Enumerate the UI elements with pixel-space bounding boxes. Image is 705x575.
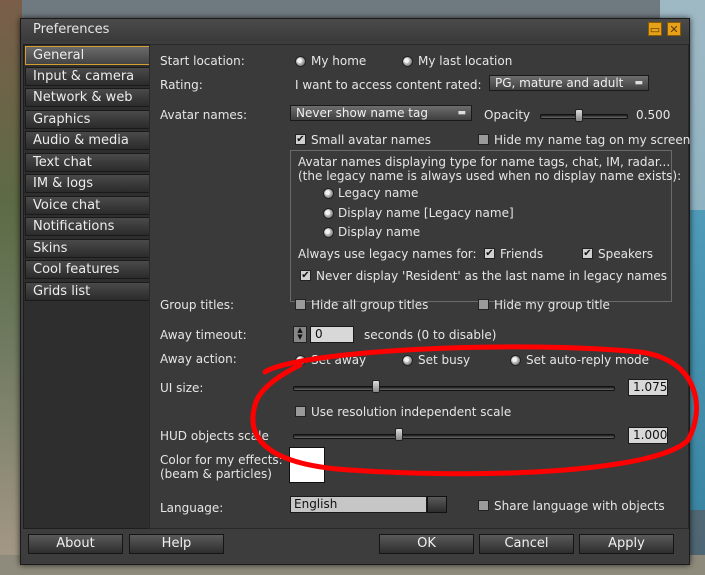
radio-display-name[interactable]	[323, 227, 334, 238]
friends-label: Friends	[500, 247, 544, 261]
display-names-desc-2: (the legacy name is always used when no …	[298, 169, 682, 183]
language-dropdown[interactable]: English	[290, 496, 427, 513]
display-names-desc-1: Avatar names displaying type for name ta…	[298, 155, 671, 169]
rating-prompt: I want to access content rated:	[295, 78, 482, 92]
away-timeout-input[interactable]: 0	[310, 326, 354, 343]
ui-size-slider[interactable]	[293, 386, 615, 391]
sidebar-item-text-chat[interactable]: Text chat	[25, 153, 151, 172]
chevron-down-icon: ▬	[634, 78, 643, 88]
ui-size-value[interactable]: 1.075	[628, 379, 668, 396]
hud-scale-slider-thumb[interactable]	[394, 428, 403, 441]
hide-all-group-titles-label: Hide all group titles	[311, 298, 429, 312]
away-timeout-suffix: seconds (0 to disable)	[364, 328, 497, 342]
window-title: Preferences	[33, 22, 110, 37]
never-resident-label: Never display 'Resident' as the last nam…	[316, 269, 667, 283]
chevron-down-icon: ▬	[457, 108, 466, 118]
resolution-independent-label: Use resolution independent scale	[311, 405, 512, 419]
hide-my-group-title-label: Hide my group title	[494, 298, 610, 312]
opacity-value: 0.500	[636, 108, 671, 122]
language-label: Language:	[160, 501, 224, 515]
hide-my-name-tag-label: Hide my name tag on my screen	[494, 133, 691, 147]
speakers-checkbox[interactable]: ✔	[582, 248, 593, 259]
close-icon[interactable]: ✕	[667, 22, 681, 36]
share-language-checkbox[interactable]	[478, 500, 489, 511]
sidebar-item-notifications[interactable]: Notifications	[25, 217, 151, 236]
effects-color-label: Color for my effects:	[160, 453, 283, 467]
rating-value: PG, mature and adult	[495, 76, 624, 90]
small-avatar-names-checkbox[interactable]: ✔	[295, 134, 306, 145]
sidebar-item-voice-chat[interactable]: Voice chat	[25, 196, 151, 215]
sidebar-item-network-web[interactable]: Network & web	[25, 88, 151, 107]
resolution-independent-checkbox[interactable]	[295, 406, 306, 417]
radio-set-auto-reply-label: Set auto-reply mode	[526, 353, 650, 367]
effects-color-sublabel: (beam & particles)	[160, 467, 272, 481]
sidebar-item-general[interactable]: General	[25, 46, 151, 65]
speakers-label: Speakers	[598, 247, 654, 261]
never-resident-checkbox[interactable]: ✔	[300, 270, 311, 281]
sidebar-item-skins[interactable]: Skins	[25, 239, 151, 258]
small-avatar-names-label: Small avatar names	[311, 133, 432, 147]
radio-legacy-name[interactable]	[323, 188, 334, 199]
radio-display-name-label: Display name	[338, 225, 421, 239]
hud-scale-label: HUD objects scale	[160, 429, 269, 443]
ui-size-slider-thumb[interactable]	[372, 380, 381, 393]
hud-scale-value[interactable]: 1.000	[628, 427, 668, 444]
cancel-button[interactable]: Cancel	[479, 534, 574, 554]
rating-dropdown[interactable]: PG, mature and adult ▬	[489, 75, 649, 91]
name-tag-value: Never show name tag	[296, 106, 428, 120]
radio-my-home[interactable]	[295, 56, 306, 67]
hud-scale-slider[interactable]	[293, 434, 615, 439]
friends-checkbox[interactable]: ✔	[484, 248, 495, 259]
radio-my-last-location[interactable]	[402, 56, 413, 67]
apply-button[interactable]: Apply	[579, 534, 674, 554]
title-bar[interactable]: Preferences ▭ ✕	[21, 19, 689, 41]
sidebar: General Input & camera Network & web Gra…	[23, 44, 153, 529]
avatar-names-label: Avatar names:	[160, 108, 248, 122]
rating-label: Rating:	[160, 78, 203, 92]
radio-legacy-name-label: Legacy name	[338, 186, 419, 200]
away-timeout-spinner[interactable]: ▲ ▼	[293, 326, 307, 343]
away-timeout-label: Away timeout:	[160, 328, 247, 342]
minimize-icon[interactable]: ▭	[648, 22, 662, 36]
hide-all-group-titles-checkbox[interactable]	[295, 299, 306, 310]
radio-set-away[interactable]	[295, 355, 306, 366]
radio-set-away-label: Set away	[311, 353, 367, 367]
general-panel: Start location: My home My last location…	[149, 44, 691, 529]
opacity-label: Opacity	[484, 108, 531, 122]
sidebar-item-input-camera[interactable]: Input & camera	[25, 67, 151, 86]
start-location-label: Start location:	[160, 54, 245, 68]
preferences-window: Preferences ▭ ✕ General Input & camera N…	[20, 18, 690, 565]
hide-my-group-title-checkbox[interactable]	[478, 299, 489, 310]
language-value: English	[294, 497, 338, 511]
radio-set-busy-label: Set busy	[418, 353, 471, 367]
effects-color-swatch[interactable]	[289, 447, 325, 483]
sidebar-item-grids-list[interactable]: Grids list	[25, 282, 151, 301]
ui-size-label: UI size:	[160, 381, 204, 395]
radio-set-auto-reply[interactable]	[510, 355, 521, 366]
about-button[interactable]: About	[28, 534, 123, 554]
group-titles-label: Group titles:	[160, 298, 235, 312]
hide-my-name-tag-checkbox[interactable]	[478, 134, 489, 145]
away-action-label: Away action:	[160, 352, 237, 366]
share-language-label: Share language with objects	[494, 499, 665, 513]
legacy-names-for-label: Always use legacy names for:	[298, 247, 477, 261]
radio-display-legacy-name[interactable]	[323, 208, 334, 219]
help-button[interactable]: Help	[129, 534, 224, 554]
sidebar-item-graphics[interactable]: Graphics	[25, 110, 151, 129]
radio-my-home-label: My home	[311, 54, 367, 68]
sidebar-item-audio-media[interactable]: Audio & media	[25, 131, 151, 150]
name-tag-dropdown[interactable]: Never show name tag ▬	[290, 105, 472, 121]
sidebar-item-cool-features[interactable]: Cool features	[25, 260, 151, 279]
radio-set-busy[interactable]	[402, 355, 413, 366]
opacity-slider-thumb[interactable]	[575, 109, 583, 122]
ok-button[interactable]: OK	[379, 534, 474, 554]
background-foliage	[0, 0, 22, 575]
sidebar-item-im-logs[interactable]: IM & logs	[25, 174, 151, 193]
language-dropdown-button[interactable]	[427, 496, 447, 513]
radio-display-legacy-name-label: Display name [Legacy name]	[338, 206, 514, 220]
radio-my-last-location-label: My last location	[418, 54, 513, 68]
opacity-slider[interactable]	[540, 114, 628, 119]
